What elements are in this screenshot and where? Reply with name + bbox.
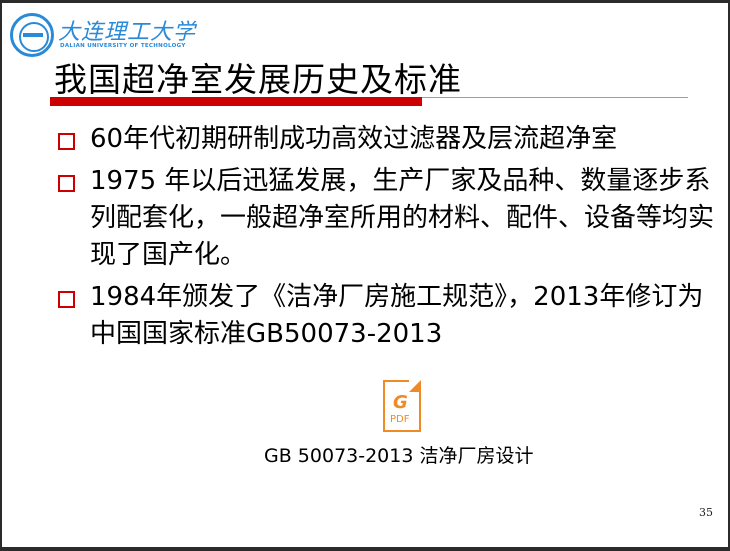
university-logo-icon <box>10 13 54 57</box>
bullet-text: 1984年颁发了《洁净厂房施工规范》，2013年修订为中国国家标准GB50073… <box>90 282 704 349</box>
bullet-text: 60年代初期研制成功高效过滤器及层流超净室 <box>90 124 618 154</box>
university-name-cn: 大连理工大学 <box>58 20 197 45</box>
bullet-list: 60年代初期研制成功高效过滤器及层流超净室 1975 年以后迅猛发展，生产厂家及… <box>54 121 714 358</box>
title-underline-line <box>422 97 688 98</box>
title-underline-bar <box>50 97 422 106</box>
pdf-file-icon[interactable]: G PDF <box>383 380 421 432</box>
page-fold <box>409 380 421 392</box>
bullet-item: 60年代初期研制成功高效过滤器及层流超净室 <box>54 121 714 158</box>
slide-title: 我国超净室发展历史及标准 <box>54 60 462 99</box>
university-name-en: DALIAN UNIVERSITY OF TECHNOLOGY <box>60 43 186 49</box>
bullet-square-icon <box>58 133 75 150</box>
bullet-square-icon <box>58 175 75 192</box>
foxit-logo-icon: G <box>393 392 408 413</box>
slide: 大连理工大学 DALIAN UNIVERSITY OF TECHNOLOGY 我… <box>2 3 728 547</box>
page-number: 35 <box>699 506 713 519</box>
pdf-label: PDF <box>390 414 410 425</box>
attachment-caption: GB 50073-2013 洁净厂房设计 <box>264 445 534 467</box>
bullet-item: 1975 年以后迅猛发展，生产厂家及品种、数量逐步系列配套化，一般超净室所用的材… <box>54 163 714 274</box>
bullet-text: 1975 年以后迅猛发展，生产厂家及品种、数量逐步系列配套化，一般超净室所用的材… <box>90 166 715 270</box>
bullet-item: 1984年颁发了《洁净厂房施工规范》，2013年修订为中国国家标准GB50073… <box>54 279 714 353</box>
bullet-square-icon <box>58 291 75 308</box>
